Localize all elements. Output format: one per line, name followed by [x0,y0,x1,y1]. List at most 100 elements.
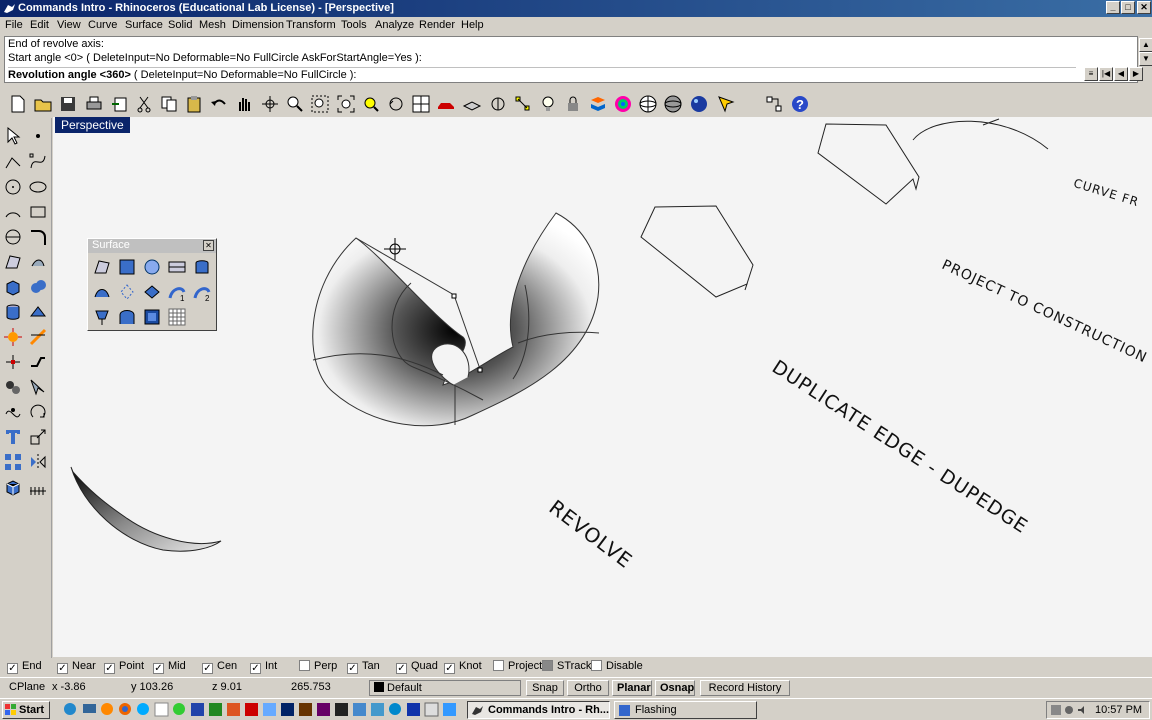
volume-icon[interactable] [1077,705,1087,715]
surface-from-points-icon[interactable] [92,257,112,277]
color-wheel-icon[interactable] [613,94,633,114]
history-scroll-down-button[interactable]: ▼ [1139,52,1152,66]
osnap-project[interactable]: Project [493,660,542,672]
osnap-perp-checkbox[interactable] [299,660,310,671]
save-icon[interactable] [58,94,78,114]
join-icon[interactable] [28,352,48,372]
network-surface-icon[interactable] [92,307,112,327]
heightfield-icon[interactable] [167,307,187,327]
osnap-quad-checkbox[interactable]: ✓ [396,663,407,674]
osnap-cen[interactable]: ✓ Cen [202,660,237,674]
tray-icon-1[interactable] [1051,705,1061,715]
zoom-selected-icon[interactable] [361,94,381,114]
open-folder-icon[interactable] [33,94,53,114]
minimize-button[interactable]: _ [1106,1,1120,14]
ellipse-icon[interactable] [28,177,48,197]
paste-icon[interactable] [184,94,204,114]
osnap-near-checkbox[interactable]: ✓ [57,663,68,674]
ie-icon[interactable] [63,702,78,717]
patch-icon[interactable] [117,307,137,327]
planar-toggle[interactable]: Planar [612,680,652,696]
record-history-toggle[interactable]: Record History [700,680,790,696]
drape-icon[interactable] [142,307,162,327]
app-icon-4[interactable] [334,702,349,717]
ortho-toggle[interactable]: Ortho [567,680,609,696]
osnap-tan[interactable]: ✓ Tan [347,660,380,674]
revolved-sliver-surface[interactable] [70,466,222,552]
app-icon-5[interactable] [352,702,367,717]
status-layer[interactable]: Default [369,680,521,696]
app-icon-7[interactable] [388,702,403,717]
text-tool-icon[interactable] [3,427,23,447]
cut-icon[interactable] [134,94,154,114]
menu-render[interactable]: Render [419,19,455,31]
menu-analyze[interactable]: Analyze [375,19,414,31]
lightbulb-icon[interactable] [538,94,558,114]
zoom-icon[interactable] [285,94,305,114]
polygon-curve[interactable] [817,123,920,205]
app-icon-1[interactable] [154,702,169,717]
copy-icon[interactable] [159,94,179,114]
history-scroll-up-button[interactable]: ▲ [1139,38,1152,52]
undo-view-icon[interactable] [386,94,406,114]
osnap-end[interactable]: ✓ End [7,660,42,674]
task-flashing[interactable]: Flashing [614,701,757,719]
maximize-button[interactable]: □ [1121,1,1135,14]
control-point[interactable] [451,293,457,299]
points-on-icon[interactable] [513,94,533,114]
rendered-sphere-icon[interactable] [689,94,709,114]
browser-icon[interactable] [100,702,115,717]
loft-icon[interactable] [92,282,112,302]
sweep-2-rail-icon[interactable]: 2 [192,282,212,302]
osnap-toggle[interactable]: Osnap [655,680,695,696]
zoom-window-icon[interactable] [310,94,330,114]
extrude-curve-icon[interactable] [28,252,48,272]
help-icon[interactable]: ? [790,94,810,114]
skype-icon[interactable] [136,702,151,717]
zoom-extents-icon[interactable] [336,94,356,114]
osnap-disable[interactable]: Disable [591,660,643,672]
acrobat-icon[interactable] [244,702,259,717]
osnap-point-checkbox[interactable]: ✓ [104,663,115,674]
menu-edit[interactable]: Edit [30,19,49,31]
menu-view[interactable]: View [57,19,81,31]
perspective-viewport[interactable]: Perspective CURVE FR PROJECT TO CONSTRUC… [53,117,1152,657]
polyline-icon[interactable] [3,152,23,172]
palette-title[interactable]: Surface [88,239,216,253]
wireframe-sphere-icon[interactable] [638,94,658,114]
shaded-sphere-icon[interactable] [663,94,683,114]
tray-icon-2[interactable] [1064,705,1074,715]
group-icon[interactable] [3,377,23,397]
four-viewports-icon[interactable] [411,94,431,114]
lock-icon[interactable] [563,94,583,114]
osnap-int-checkbox[interactable]: ✓ [250,663,261,674]
sweep-1-rail-icon[interactable]: 1 [167,282,187,302]
box-icon[interactable] [3,277,23,297]
circle-icon[interactable] [3,177,23,197]
print-icon[interactable] [84,94,104,114]
prompt-first-button[interactable]: |◀ [1099,67,1113,81]
polygon-curve-2[interactable] [640,205,754,298]
rotate-icon[interactable] [28,402,48,422]
prompt-next-button[interactable]: ▶ [1129,67,1143,81]
surface-corner-icon[interactable] [3,252,23,272]
scale-icon[interactable] [28,427,48,447]
control-point[interactable] [477,367,483,373]
desktop-icon[interactable] [82,702,97,717]
close-button[interactable]: ✕ [1137,1,1151,14]
select-arrow-icon[interactable] [3,126,23,146]
firefox-icon[interactable] [118,702,133,717]
osnap-quad[interactable]: ✓ Quad [396,660,438,674]
osnap-strack[interactable]: STrack [542,660,591,672]
import-icon[interactable] [110,94,130,114]
start-button[interactable]: Start [2,701,50,719]
osnap-mid[interactable]: ✓ Mid [153,660,186,674]
menu-curve[interactable]: Curve [88,19,117,31]
app-icon-3[interactable] [262,702,277,717]
excel-icon[interactable] [208,702,223,717]
revolve-icon[interactable] [117,282,137,302]
osnap-disable-checkbox[interactable] [591,660,602,671]
menu-surface[interactable]: Surface [125,19,163,31]
revolved-surface[interactable] [312,212,600,427]
menu-mesh[interactable]: Mesh [199,19,226,31]
